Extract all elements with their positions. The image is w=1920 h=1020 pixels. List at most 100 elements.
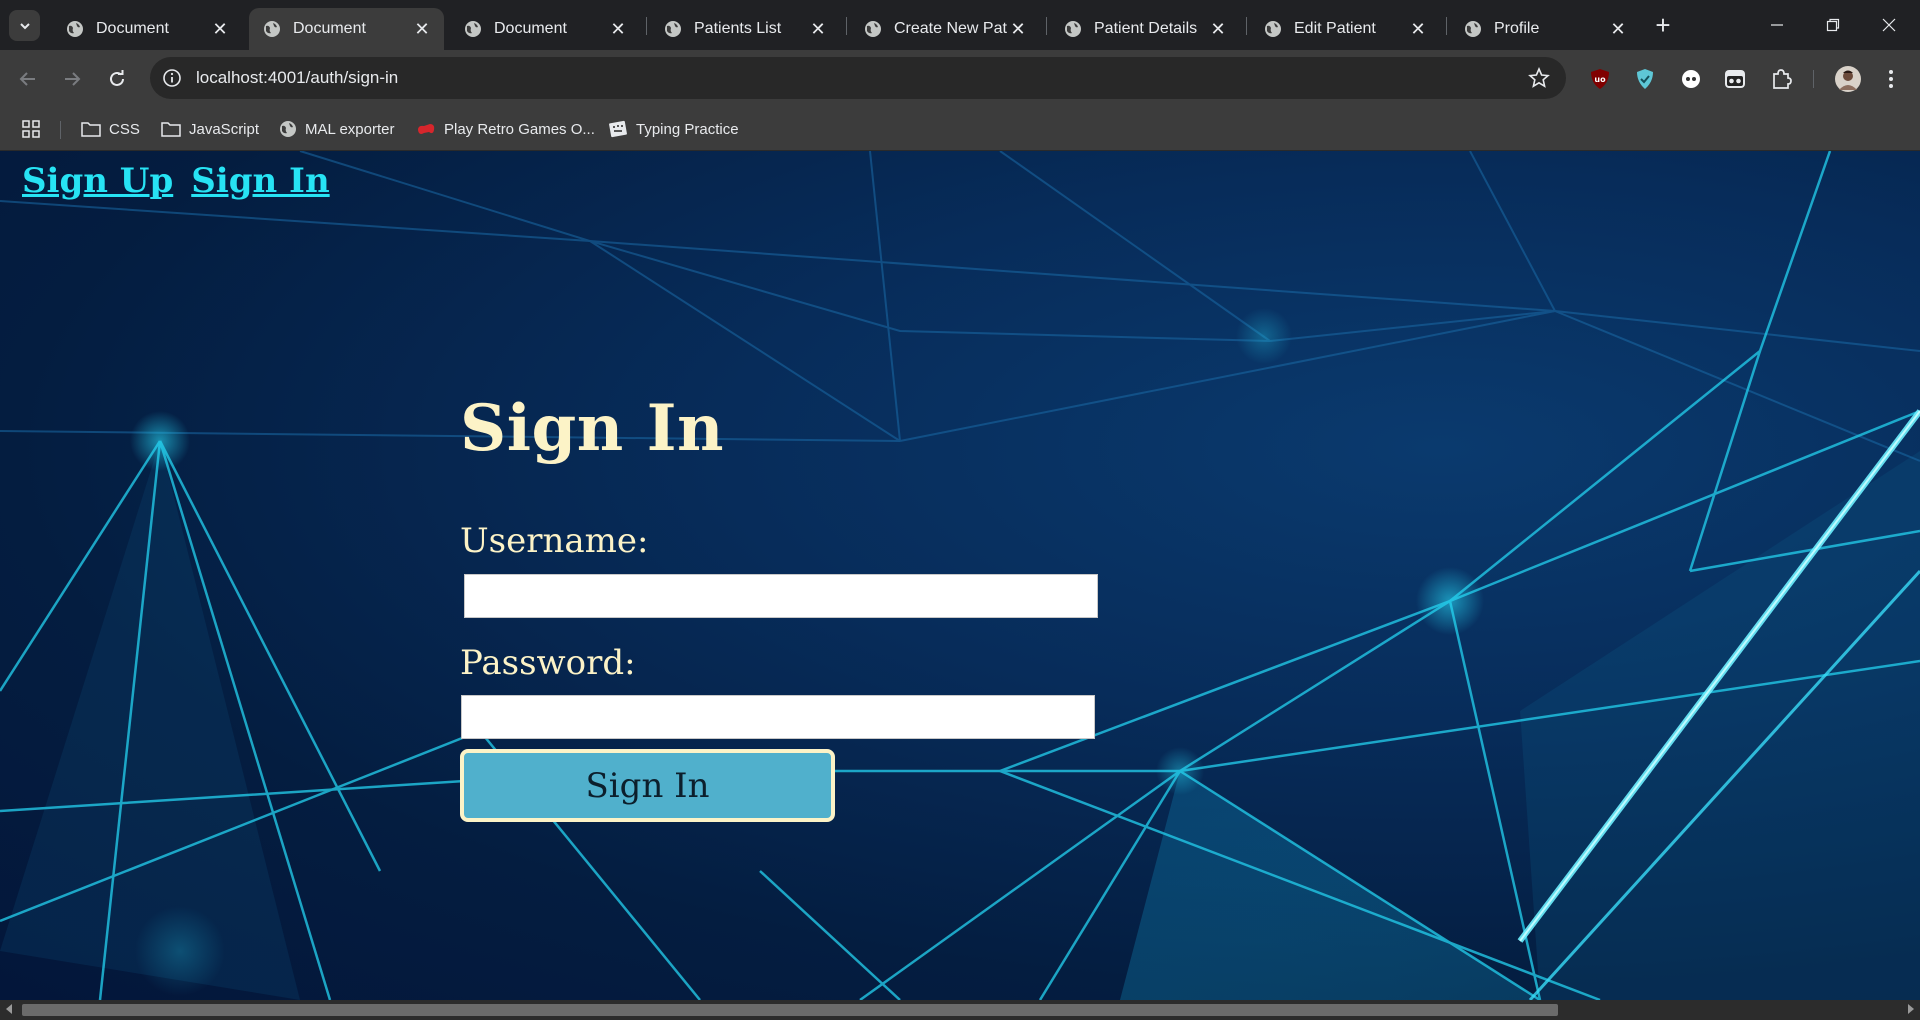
scroll-left-arrow[interactable] <box>6 1004 12 1014</box>
dark-mode-extension-icon[interactable] <box>1678 66 1704 92</box>
address-bar[interactable]: localhost:4001/auth/sign-in <box>150 57 1566 99</box>
horizontal-scrollbar[interactable] <box>0 1000 1920 1020</box>
tab-title: Create New Patie <box>894 20 1008 37</box>
bookmark-label: MAL exporter <box>305 120 395 138</box>
globe-icon <box>665 21 681 37</box>
bookmark-javascript[interactable]: JavaScript <box>161 116 259 142</box>
bookmarks-bar: CSS JavaScript MAL exporter Play Retro G… <box>0 108 1920 151</box>
puzzle-icon[interactable] <box>1768 66 1794 92</box>
tab-title: Edit Patient <box>1294 20 1376 37</box>
apps-grid-icon <box>22 120 40 138</box>
bookmark-mal-exporter[interactable]: MAL exporter <box>279 116 394 142</box>
gamepad-icon <box>418 124 435 134</box>
tab-title: Profile <box>1494 20 1540 37</box>
sign-in-link[interactable]: Sign In <box>191 161 329 201</box>
scroll-right-arrow[interactable] <box>1908 1004 1914 1014</box>
back-button[interactable] <box>13 64 43 94</box>
keyboard-icon <box>609 120 627 138</box>
browser-toolbar: localhost:4001/auth/sign-in uo <box>0 50 1920 108</box>
username-label: Username: <box>460 521 649 561</box>
close-icon[interactable]: ✕ <box>1408 19 1428 39</box>
arrow-left-icon <box>19 72 35 86</box>
minimize-button[interactable] <box>1762 12 1792 38</box>
tab-title: Document <box>293 20 366 37</box>
bookmark-label: JavaScript <box>189 120 260 138</box>
reload-button[interactable] <box>102 64 132 94</box>
page-nav: Sign Up Sign In <box>22 161 330 201</box>
close-icon[interactable]: ✕ <box>808 19 828 39</box>
spy-extension-icon[interactable] <box>1722 66 1748 92</box>
tab-divider <box>846 17 847 35</box>
tab-document-2[interactable]: Document ✕ <box>249 8 444 50</box>
info-icon[interactable] <box>162 68 182 88</box>
close-icon[interactable]: ✕ <box>412 19 432 39</box>
close-window-button[interactable] <box>1874 12 1904 38</box>
globe-icon <box>280 121 296 137</box>
close-icon[interactable]: ✕ <box>608 19 628 39</box>
tab-divider <box>1446 17 1447 35</box>
tab-divider <box>1246 17 1247 35</box>
tab-patients-list[interactable]: Patients List ✕ <box>650 8 840 50</box>
bookmark-star-icon[interactable] <box>1528 67 1550 89</box>
close-icon[interactable]: ✕ <box>1008 19 1028 39</box>
tab-edit-patient[interactable]: Edit Patient ✕ <box>1250 8 1440 50</box>
tab-divider <box>646 17 647 35</box>
tab-divider <box>1046 17 1047 35</box>
bookmark-css[interactable]: CSS <box>81 116 140 142</box>
password-input[interactable] <box>461 695 1095 739</box>
tab-document-3[interactable]: Document ✕ <box>450 8 640 50</box>
tab-patient-details[interactable]: Patient Details ✕ <box>1050 8 1240 50</box>
globe-icon <box>1265 21 1281 37</box>
bookmarks-divider <box>60 121 61 139</box>
folder-icon <box>161 122 181 137</box>
page-viewport: Sign Up Sign In Sign In Username: Passwo… <box>0 151 1920 1000</box>
tab-title: Patients List <box>694 20 782 37</box>
close-icon[interactable]: ✕ <box>1608 19 1628 39</box>
ublock-icon[interactable]: uo <box>1587 66 1613 92</box>
tab-create-new-patient[interactable]: Create New Patie ✕ <box>850 8 1040 50</box>
scrollbar-thumb[interactable] <box>22 1004 1558 1016</box>
tab-title: Patient Details <box>1094 20 1198 37</box>
sign-in-button[interactable]: Sign In <box>460 749 835 822</box>
more-menu-icon[interactable] <box>1878 66 1904 92</box>
close-icon[interactable]: ✕ <box>1208 19 1228 39</box>
bookmark-label: CSS <box>109 120 140 138</box>
minimize-icon <box>1771 24 1783 26</box>
reload-icon <box>110 70 124 86</box>
globe-icon <box>264 21 280 37</box>
tab-search-button[interactable] <box>9 10 40 41</box>
restore-icon <box>1826 18 1840 32</box>
globe-icon <box>1465 21 1481 37</box>
arrow-right-icon <box>65 72 81 86</box>
shield-extension-icon[interactable] <box>1632 66 1658 92</box>
globe-icon <box>1065 21 1081 37</box>
folder-icon <box>81 122 101 137</box>
forward-button[interactable] <box>57 64 87 94</box>
url-text[interactable]: localhost:4001/auth/sign-in <box>196 68 1528 88</box>
globe-icon <box>67 21 83 37</box>
globe-icon <box>865 21 881 37</box>
page-title: Sign In <box>460 391 725 466</box>
apps-button[interactable] <box>22 116 48 142</box>
bookmark-label: Play Retro Games O... <box>444 120 595 138</box>
bookmark-label: Typing Practice <box>636 120 739 138</box>
tab-document-1[interactable]: Document ✕ <box>52 8 242 50</box>
globe-icon <box>465 21 481 37</box>
avatar[interactable] <box>1834 65 1862 93</box>
toolbar-divider <box>1813 70 1814 88</box>
close-icon[interactable]: ✕ <box>210 19 230 39</box>
sign-in-form: Sign In Username: Password: Sign In <box>460 391 1100 822</box>
bookmark-play-retro-games[interactable]: Play Retro Games O... <box>416 116 595 142</box>
tab-title: Document <box>96 20 169 37</box>
username-input[interactable] <box>464 574 1098 618</box>
chevron-down-icon <box>19 22 30 29</box>
sign-up-link[interactable]: Sign Up <box>22 161 173 201</box>
tab-profile[interactable]: Profile ✕ <box>1450 8 1640 50</box>
restore-button[interactable] <box>1818 12 1848 38</box>
close-icon <box>1882 18 1896 32</box>
new-tab-button[interactable]: + <box>1650 12 1676 39</box>
tab-strip: Document ✕ Document ✕ Document ✕ Patient… <box>0 0 1920 50</box>
tab-title: Document <box>494 20 567 37</box>
bookmark-typing-practice[interactable]: Typing Practice <box>608 116 739 142</box>
svg-text:uo: uo <box>1594 75 1606 84</box>
